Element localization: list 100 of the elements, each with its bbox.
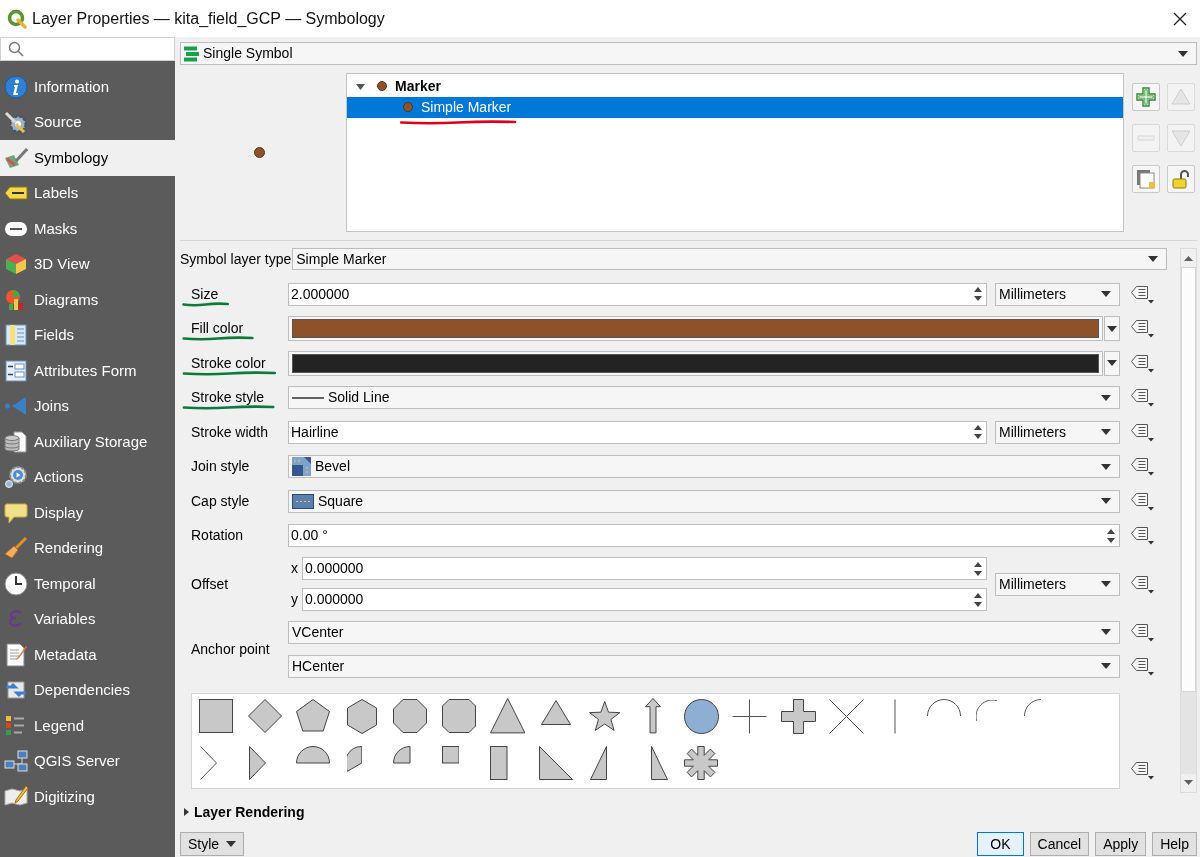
data-defined-icon[interactable] <box>1130 490 1155 512</box>
data-defined-icon[interactable] <box>1130 655 1155 677</box>
circle-segment-icon[interactable] <box>346 746 363 772</box>
triangle-icon[interactable] <box>489 698 525 734</box>
up-arrow-icon[interactable] <box>644 698 661 734</box>
diagonal-cross-icon[interactable] <box>829 698 865 734</box>
unit-dropdown[interactable]: Millimeters <box>995 572 1120 596</box>
rectangle-icon[interactable] <box>490 746 508 780</box>
dropdown[interactable]: Simple Marker <box>292 248 1167 270</box>
unit-dropdown[interactable]: Millimeters <box>995 420 1120 444</box>
data-defined-icon[interactable] <box>1130 621 1155 643</box>
sidebar-item[interactable]: QGIS Server <box>0 743 175 779</box>
octagon-icon[interactable] <box>393 699 428 733</box>
expand-arrow-icon[interactable] <box>356 83 365 90</box>
dialog-button[interactable]: OK <box>977 832 1024 856</box>
info-icon <box>4 74 28 99</box>
sidebar-item[interactable]: Fields <box>0 317 175 353</box>
number-field[interactable]: 2.000000 <box>288 282 987 306</box>
hexagon-icon[interactable] <box>346 698 377 734</box>
sidebar-item[interactable]: Symbology <box>0 140 175 176</box>
arc-icon[interactable] <box>975 699 998 721</box>
dialog-button[interactable]: Apply <box>1095 832 1147 856</box>
sidebar-item[interactable]: Variables <box>0 601 175 637</box>
half-triangle-icon[interactable] <box>651 746 669 780</box>
data-defined-icon[interactable] <box>1130 573 1155 595</box>
dropdown-arrow-button[interactable] <box>1104 316 1120 342</box>
plus-icon[interactable] <box>732 698 768 734</box>
square-icon[interactable] <box>199 699 234 733</box>
data-defined-icon[interactable] <box>1130 421 1155 443</box>
half-triangle-icon[interactable] <box>589 746 607 780</box>
diamond-icon[interactable] <box>247 699 282 733</box>
thick-plus-icon[interactable] <box>780 698 816 734</box>
sidebar-item[interactable]: Diagrams <box>0 282 175 318</box>
sidebar-item[interactable]: Information <box>0 69 175 105</box>
sidebar-item[interactable]: Labels <box>0 175 175 211</box>
add-button[interactable] <box>1132 83 1160 111</box>
data-defined-icon[interactable] <box>1130 525 1155 547</box>
right-angle-triangle-icon[interactable] <box>538 746 573 780</box>
small-square-icon[interactable] <box>441 746 460 764</box>
duplicate-button[interactable] <box>1132 165 1160 193</box>
dropdown[interactable]: Bevel <box>288 455 1120 479</box>
sidebar-item[interactable]: Rendering <box>0 530 175 566</box>
arc-icon[interactable] <box>926 699 961 717</box>
style-button[interactable]: Style <box>180 832 245 856</box>
renderer-dropdown[interactable]: Single Symbol <box>180 42 1197 65</box>
data-defined-icon[interactable] <box>1130 352 1155 374</box>
dialog-button[interactable]: Help <box>1152 832 1197 856</box>
dropdown[interactable]: HCenter <box>288 654 1120 678</box>
dropdown[interactable]: VCenter <box>288 620 1120 644</box>
close-button[interactable] <box>1173 11 1187 26</box>
sidebar-item[interactable]: Display <box>0 495 175 531</box>
pentagon-icon[interactable] <box>296 699 331 732</box>
join-style-icon <box>292 457 311 477</box>
scroll-down-icon[interactable] <box>1184 780 1193 785</box>
sidebar-item[interactable]: Actions <box>0 459 175 495</box>
sidebar-item[interactable]: Masks <box>0 211 175 247</box>
tree-item[interactable]: Marker <box>347 76 1123 97</box>
sidebar-item[interactable]: Source <box>0 104 175 140</box>
sidebar-item[interactable]: Auxiliary Storage <box>0 424 175 460</box>
circle-icon[interactable] <box>683 698 719 734</box>
number-field[interactable]: Hairline <box>288 420 987 444</box>
field-label: Cap style <box>191 492 250 509</box>
arc-icon[interactable] <box>1023 699 1042 717</box>
asterisk-icon[interactable] <box>684 746 719 780</box>
triangle-icon[interactable] <box>540 699 571 725</box>
sidebar-item[interactable]: Metadata <box>0 637 175 673</box>
number-field[interactable]: 0.000000 <box>302 588 987 611</box>
chevron-icon[interactable] <box>200 746 218 780</box>
number-field[interactable]: 0.00 ° <box>288 524 1120 548</box>
expand-arrow-icon[interactable] <box>184 808 189 816</box>
sidebar-item[interactable]: Temporal <box>0 566 175 602</box>
marker-dot-icon <box>403 102 413 113</box>
number-field[interactable]: 0.000000 <box>302 557 987 580</box>
octagon-icon[interactable] <box>441 699 476 733</box>
dropdown[interactable]: Square <box>288 489 1120 513</box>
star-icon[interactable] <box>588 700 620 731</box>
dropdown[interactable]: Solid Line <box>288 386 1120 410</box>
dialog-button[interactable]: Cancel <box>1029 832 1090 856</box>
sidebar-item[interactable]: Dependencies <box>0 672 175 708</box>
data-defined-icon[interactable] <box>1130 760 1155 781</box>
scrollbar[interactable] <box>1180 248 1197 793</box>
sidebar-item[interactable]: Attributes Form <box>0 353 175 389</box>
sidebar-item[interactable]: 3D View <box>0 246 175 282</box>
unit-dropdown[interactable]: Millimeters <box>995 282 1120 306</box>
data-defined-icon[interactable] <box>1130 318 1155 340</box>
dropdown-arrow-button[interactable] <box>1104 350 1120 376</box>
scrollbar-thumb[interactable] <box>1181 267 1196 692</box>
sidebar-item[interactable]: Legend <box>0 708 175 744</box>
data-defined-icon[interactable] <box>1130 283 1155 305</box>
data-defined-icon[interactable] <box>1130 387 1155 409</box>
speech-bubble-icon <box>4 500 28 525</box>
sidebar-item[interactable]: Digitizing <box>0 779 175 815</box>
sidebar-item[interactable]: Joins <box>0 388 175 424</box>
search-field[interactable] <box>0 37 175 61</box>
window-title: Layer Properties — kita_field_GCP — Symbology <box>32 8 385 29</box>
data-defined-icon[interactable] <box>1130 456 1155 478</box>
collapsible-header[interactable]: Layer Rendering <box>180 800 1197 824</box>
lock-button[interactable] <box>1167 165 1195 193</box>
right-pointing-triangle-icon[interactable] <box>249 746 267 780</box>
scroll-up-icon[interactable] <box>1184 256 1193 261</box>
